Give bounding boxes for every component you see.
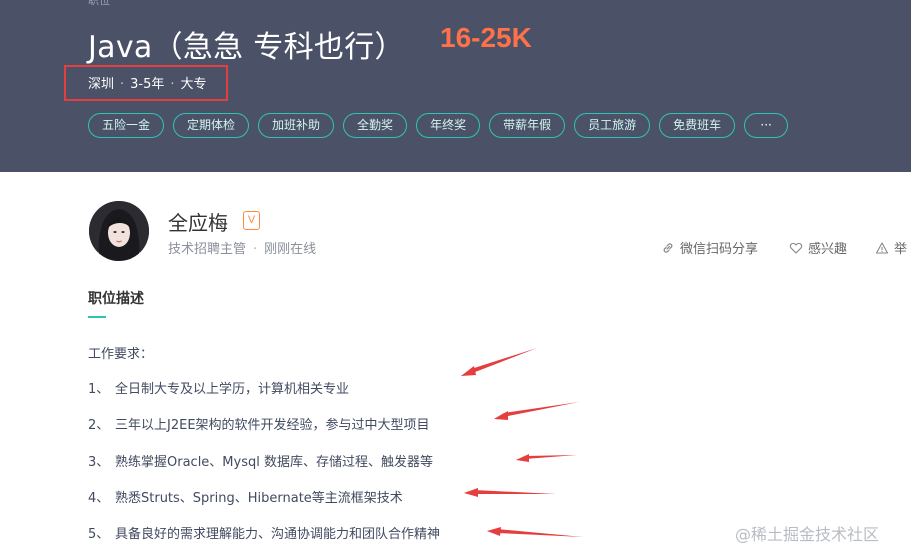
benefit-tag: 五险一金 (88, 113, 165, 138)
job-header-banner: 职位 Java（急急 专科也行） 16-25K 深圳 · 3-5年 · 大专 五险一金 … (0, 0, 911, 172)
report-label: 举 (894, 242, 908, 257)
recruiter-name: 全应梅 (168, 211, 228, 235)
interested-label: 感兴趣 (808, 242, 848, 257)
job-city: 深圳 (88, 77, 115, 92)
more-benefits-button[interactable]: ··· (744, 113, 789, 138)
recruiter-info: 技术招聘主管 · 刚刚在线 (168, 242, 317, 257)
warning-icon (875, 241, 889, 255)
list-item: 3、 熟练掌握Oracle、Mysql 数据库、存储过程、触发器等 (88, 455, 433, 470)
annotation-arrow-1 (461, 348, 537, 376)
annotation-arrow-2 (494, 402, 579, 420)
breadcrumb: 职位 (88, 0, 110, 7)
annotation-arrow-3 (516, 454, 577, 462)
interested-button[interactable]: 感兴趣 (789, 238, 847, 257)
job-meta: 深圳 · 3-5年 · 大专 (88, 77, 207, 92)
salary-range: 16-25K (440, 22, 532, 53)
requirements-heading: 工作要求： (88, 347, 154, 362)
watermark: @稀土掘金技术社区 (735, 525, 880, 544)
report-button[interactable]: 举 (875, 238, 907, 257)
list-item: 2、 三年以上J2EE架构的软件开发经验，参与过中大型项目 (88, 418, 430, 433)
list-item: 5、 具备良好的需求理解能力、沟通协调能力和团队合作精神 (88, 527, 441, 542)
list-item: 4、 熟悉Struts、Spring、Hibernate等主流框架技术 (88, 491, 403, 506)
benefit-tag: 定期体检 (173, 113, 250, 138)
benefit-tag: 带薪年假 (489, 113, 566, 138)
benefit-tag: 免费班车 (659, 113, 736, 138)
section-title: 职位描述 (88, 291, 144, 307)
share-label: 微信扫码分享 (680, 242, 759, 257)
annotation-arrow-5 (487, 527, 583, 537)
link-icon (661, 241, 675, 255)
recruiter-avatar[interactable] (89, 201, 149, 261)
heart-icon (789, 241, 803, 255)
benefit-tag: 员工旅游 (574, 113, 651, 138)
recruiter-title: 技术招聘主管 (168, 242, 247, 257)
share-button[interactable]: 微信扫码分享 (661, 238, 758, 257)
job-education: 大专 (180, 77, 207, 92)
list-item: 1、 全日制大专及以上学历，计算机相关专业 (88, 382, 350, 397)
benefit-tag: 年终奖 (416, 113, 481, 138)
section-underline (88, 316, 106, 318)
annotation-arrow-4 (464, 488, 556, 497)
verified-badge-icon: V (243, 211, 260, 230)
recruiter-status: 刚刚在线 (264, 242, 317, 257)
benefit-tags: 五险一金 定期体检 加班补助 全勤奖 年终奖 带薪年假 员工旅游 免费班车 ··… (88, 113, 789, 138)
job-title: Java（急急 专科也行） (88, 30, 405, 65)
benefit-tag: 加班补助 (258, 113, 335, 138)
benefit-tag: 全勤奖 (343, 113, 408, 138)
job-experience: 3-5年 (130, 77, 165, 92)
